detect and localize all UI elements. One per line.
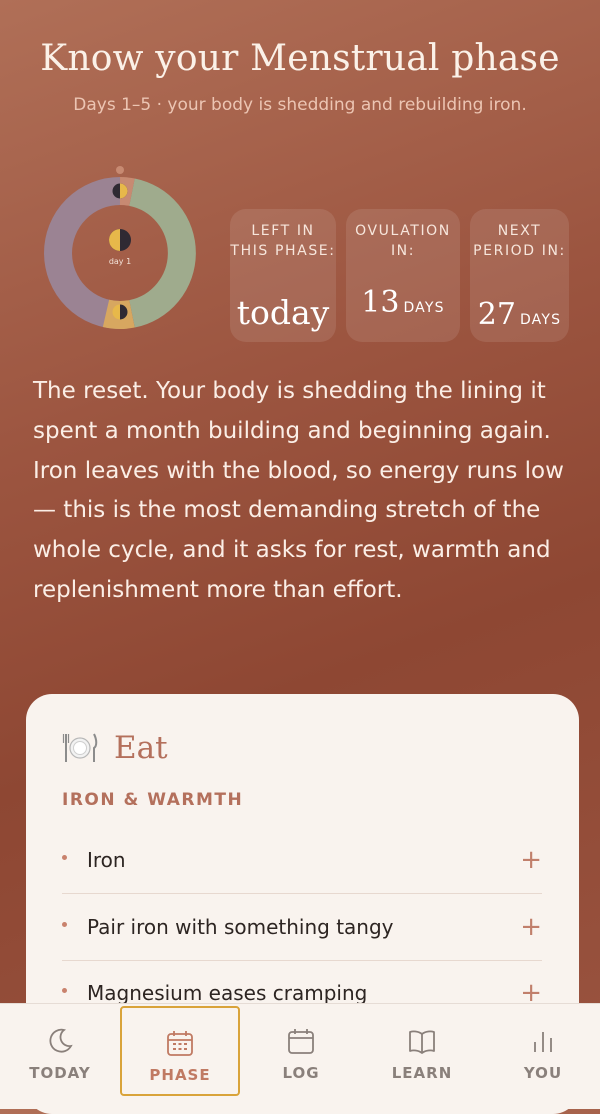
ring-segment-follicular bbox=[128, 178, 196, 328]
stat-unit: DAYS bbox=[519, 312, 562, 328]
stat-value: today bbox=[236, 293, 330, 332]
stat-value: 27 bbox=[477, 297, 516, 332]
card-subtitle: IRON & WARMTH bbox=[62, 790, 244, 810]
nav-label: YOU bbox=[523, 1064, 563, 1082]
moon-icon bbox=[49, 1028, 73, 1053]
moon-marker-bottom-icon bbox=[112, 304, 128, 320]
ring-center-label: day 1 bbox=[109, 257, 131, 266]
bullet-icon bbox=[62, 854, 67, 860]
expand-plus-icon[interactable]: + bbox=[520, 912, 542, 942]
nav-tab-log[interactable]: LOG bbox=[241, 1004, 361, 1096]
phase-description: The reset. Your body is shedding the lin… bbox=[33, 378, 564, 603]
nav-tab-you[interactable]: YOU bbox=[483, 1004, 600, 1096]
stat-ovulation: OVULATION IN: 13 DAYS bbox=[346, 209, 460, 342]
card-title: Eat bbox=[114, 730, 168, 766]
bullet-icon bbox=[62, 987, 67, 993]
list-item-label: Pair iron with something tangy bbox=[87, 915, 394, 939]
stat-value: 13 bbox=[361, 285, 400, 320]
list-item[interactable]: Pair iron with something tangy + bbox=[62, 894, 542, 961]
page-subtitle: Days 1–5 · your body is shedding and reb… bbox=[73, 95, 527, 115]
stat-unit: DAYS bbox=[403, 300, 445, 316]
page-title: Know your Menstrual phase bbox=[40, 38, 560, 79]
calendar-icon bbox=[288, 1029, 314, 1054]
expand-plus-icon[interactable]: + bbox=[520, 845, 542, 875]
nav-tab-phase[interactable]: PHASE bbox=[120, 1006, 240, 1096]
stat-next-period: NEXT PERIOD IN: 27 DAYS bbox=[470, 209, 569, 342]
book-icon bbox=[409, 1030, 435, 1054]
nav-tab-learn[interactable]: LEARN bbox=[362, 1004, 482, 1096]
ring-segment-luteal bbox=[44, 177, 121, 329]
stat-label: OVULATION IN: bbox=[355, 223, 451, 259]
list-item[interactable]: Iron + bbox=[62, 827, 542, 894]
bottom-nav: TODAY PHASE LOG LEARN YOU bbox=[0, 1003, 600, 1109]
stat-label: NEXT PERIOD IN: bbox=[473, 223, 566, 259]
moon-marker-top-icon bbox=[112, 183, 128, 199]
list-item-label: Iron bbox=[87, 848, 126, 872]
cycle-start-marker bbox=[116, 166, 124, 174]
stat-left-in-phase: LEFT IN THIS PHASE: today bbox=[230, 209, 336, 342]
card-header: Eat bbox=[62, 730, 168, 766]
bar-chart-icon bbox=[534, 1032, 552, 1052]
nav-label: PHASE bbox=[149, 1066, 211, 1084]
nav-label: TODAY bbox=[29, 1064, 91, 1082]
moon-phase-icon bbox=[109, 229, 131, 251]
plate-icon bbox=[62, 733, 98, 762]
calendar-grid-icon bbox=[167, 1031, 193, 1056]
bullet-icon bbox=[62, 921, 67, 927]
list-item-label: Magnesium eases cramping bbox=[87, 981, 368, 1005]
stat-label: LEFT IN THIS PHASE: bbox=[230, 223, 336, 259]
nav-label: LOG bbox=[282, 1064, 320, 1082]
nav-tab-today[interactable]: TODAY bbox=[0, 1004, 120, 1096]
nav-label: LEARN bbox=[391, 1064, 453, 1082]
cycle-ring: day 1 bbox=[44, 165, 196, 340]
